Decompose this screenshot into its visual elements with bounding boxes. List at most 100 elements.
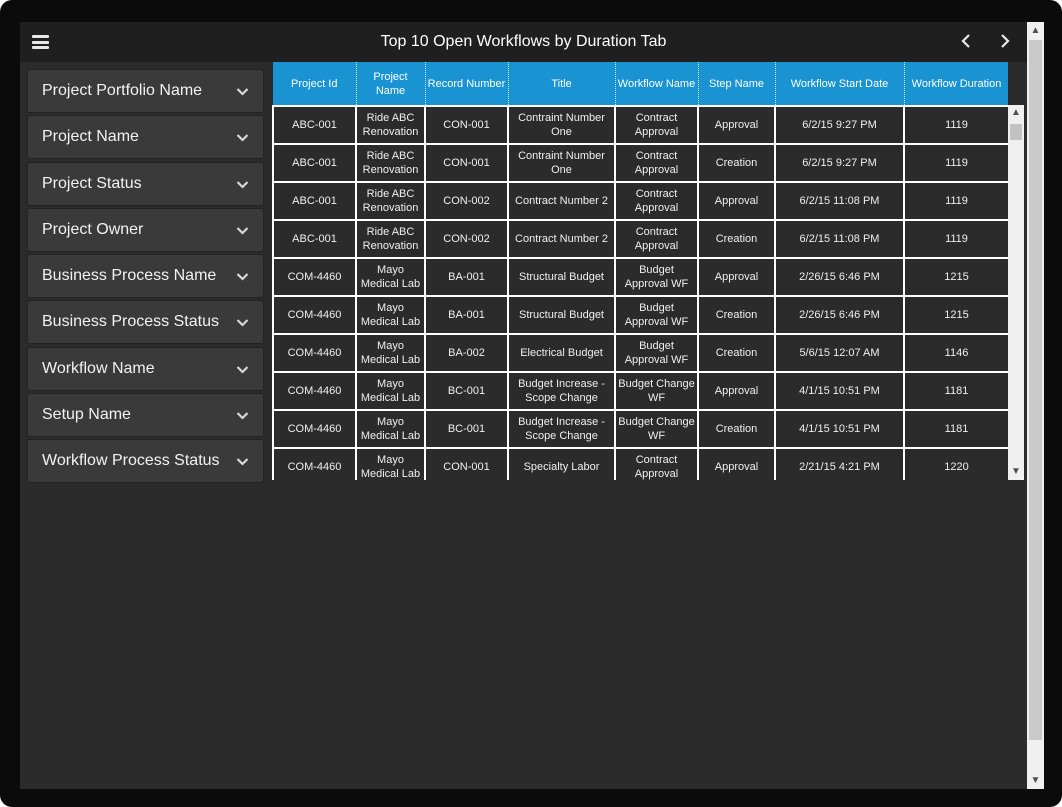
table-scroll-thumb[interactable]: [1010, 124, 1022, 140]
cell-record-number: CON-001: [424, 447, 509, 480]
column-header-record-number[interactable]: Record Number: [425, 62, 509, 106]
cell-workflow-duration: 1215: [903, 295, 1008, 335]
filter-project-status[interactable]: Project Status: [27, 161, 264, 206]
chevron-down-icon: [236, 273, 249, 281]
filter-business-process-status[interactable]: Business Process Status: [27, 300, 264, 345]
filter-label: Project Name: [42, 128, 139, 146]
cell-project-name: Ride ABC Renovation: [355, 143, 426, 183]
filter-label: Workflow Process Status: [42, 452, 220, 470]
chevron-down-icon: [236, 134, 249, 142]
column-header-project-name[interactable]: Project Name: [356, 62, 426, 106]
cell-record-number: BA-001: [424, 257, 509, 297]
cell-workflow-start-date: 6/2/15 9:27 PM: [774, 105, 905, 145]
chevron-down-icon: [236, 319, 249, 328]
cell-title: Budget Increase - Scope Change: [507, 371, 616, 411]
cell-title: Contract Number 2: [507, 181, 616, 221]
filter-sidebar: Project Portfolio Name Project Name Proj…: [27, 69, 264, 484]
cell-project-id: COM-4460: [272, 409, 357, 449]
cell-step-name: Approval: [697, 371, 776, 411]
filter-setup-name[interactable]: Setup Name: [27, 393, 264, 438]
filter-project-owner[interactable]: Project Owner: [27, 207, 264, 252]
cell-project-name: Mayo Medical Lab: [355, 295, 426, 335]
scroll-down-icon[interactable]: ▼: [1008, 464, 1024, 480]
column-header-workflow-duration[interactable]: Workflow Duration: [904, 62, 1008, 106]
dashboard-window: Top 10 Open Workflows by Duration Tab Pr…: [20, 22, 1027, 789]
cell-step-name: Creation: [697, 143, 776, 183]
scroll-up-icon[interactable]: ▲: [1008, 105, 1024, 121]
cell-project-name: Mayo Medical Lab: [355, 371, 426, 411]
filter-label: Business Process Name: [42, 267, 217, 285]
scroll-down-icon[interactable]: ▼: [1027, 772, 1044, 789]
cell-project-name: Mayo Medical Lab: [355, 447, 426, 480]
cell-workflow-name: Contract Approval: [614, 447, 699, 480]
column-header-step-name[interactable]: Step Name: [698, 62, 776, 106]
cell-step-name: Creation: [697, 333, 776, 373]
filter-project-name[interactable]: Project Name: [27, 115, 264, 160]
cell-workflow-start-date: 6/2/15 11:08 PM: [774, 219, 905, 259]
chevron-left-icon[interactable]: [956, 30, 978, 52]
cell-project-name: Mayo Medical Lab: [355, 257, 426, 297]
cell-title: Specialty Labor: [507, 447, 616, 480]
table-row[interactable]: ABC-001 Ride ABC Renovation CON-002 Contrac…: [272, 181, 1008, 221]
column-header-project-id[interactable]: Project Id: [273, 62, 357, 106]
cell-workflow-duration: 1119: [903, 143, 1008, 183]
page-scrollbar[interactable]: ▲ ▼: [1027, 22, 1044, 789]
title-bar: Top 10 Open Workflows by Duration Tab: [20, 22, 1027, 62]
cell-step-name: Approval: [697, 447, 776, 480]
table-row[interactable]: COM-4460 Mayo Medical Lab BA-001 Structural…: [272, 295, 1008, 335]
cell-workflow-duration: 1220: [903, 447, 1008, 480]
column-header-title[interactable]: Title: [508, 62, 616, 106]
filter-workflow-process-status[interactable]: Workflow Process Status: [27, 439, 264, 484]
cell-workflow-start-date: 5/6/15 12:07 AM: [774, 333, 905, 373]
table-row[interactable]: COM-4460 Mayo Medical Lab BA-001 Structural…: [272, 257, 1008, 297]
cell-step-name: Approval: [697, 105, 776, 145]
cell-workflow-name: Contract Approval: [614, 105, 699, 145]
table-row[interactable]: COM-4460 Mayo Medical Lab BA-002 Electrical…: [272, 333, 1008, 373]
cell-workflow-name: Budget Approval WF: [614, 257, 699, 297]
filter-project-portfolio-name[interactable]: Project Portfolio Name: [27, 69, 264, 113]
cell-workflow-name: Budget Change WF: [614, 409, 699, 449]
cell-title: Electrical Budget: [507, 333, 616, 373]
cell-project-name: Ride ABC Renovation: [355, 105, 426, 145]
column-header-workflow-name[interactable]: Workflow Name: [615, 62, 699, 106]
cell-title: Contraint Number One: [507, 105, 616, 145]
cell-project-name: Ride ABC Renovation: [355, 219, 426, 259]
cell-title: Contraint Number One: [507, 143, 616, 183]
filter-business-process-name[interactable]: Business Process Name: [27, 254, 264, 299]
table-row[interactable]: ABC-001 Ride ABC Renovation CON-001 Contrai…: [272, 143, 1008, 183]
chevron-down-icon: [236, 458, 249, 466]
cell-record-number: CON-002: [424, 219, 509, 259]
cell-project-id: ABC-001: [272, 219, 357, 259]
chevron-right-icon[interactable]: [994, 30, 1016, 52]
cell-step-name: Creation: [697, 295, 776, 335]
cell-project-id: COM-4460: [272, 333, 357, 373]
table-row[interactable]: ABC-001 Ride ABC Renovation CON-001 Contrai…: [272, 105, 1008, 145]
cell-record-number: CON-002: [424, 181, 509, 221]
filter-workflow-name[interactable]: Workflow Name: [27, 346, 264, 391]
table-row[interactable]: COM-4460 Mayo Medical Lab BC-001 Budget Inc…: [272, 371, 1008, 411]
app-frame: Top 10 Open Workflows by Duration Tab Pr…: [0, 0, 1062, 807]
column-header-workflow-start-date[interactable]: Workflow Start Date: [775, 62, 905, 106]
cell-workflow-name: Contract Approval: [614, 143, 699, 183]
table-row[interactable]: ABC-001 Ride ABC Renovation CON-002 Contrac…: [272, 219, 1008, 259]
cell-workflow-start-date: 4/1/15 10:51 PM: [774, 409, 905, 449]
table-row[interactable]: COM-4460 Mayo Medical Lab CON-001 Specialty…: [272, 447, 1008, 480]
page-title: Top 10 Open Workflows by Duration Tab: [380, 33, 667, 50]
cell-project-id: COM-4460: [272, 371, 357, 411]
page-scroll-thumb[interactable]: [1029, 40, 1042, 740]
filter-label: Workflow Name: [42, 359, 155, 377]
cell-workflow-duration: 1181: [903, 409, 1008, 449]
chevron-down-icon: [236, 227, 249, 235]
cell-workflow-start-date: 4/1/15 10:51 PM: [774, 371, 905, 411]
table-row[interactable]: COM-4460 Mayo Medical Lab BC-001 Budget Inc…: [272, 409, 1008, 449]
cell-record-number: BA-002: [424, 333, 509, 373]
cell-step-name: Creation: [697, 409, 776, 449]
cell-workflow-start-date: 6/2/15 11:08 PM: [774, 181, 905, 221]
scroll-up-icon[interactable]: ▲: [1027, 22, 1044, 39]
cell-workflow-duration: 1215: [903, 257, 1008, 297]
table-header-row: Project Id Project Name Record Number Ti…: [273, 62, 1008, 106]
cell-project-id: ABC-001: [272, 105, 357, 145]
cell-workflow-name: Budget Approval WF: [614, 295, 699, 335]
table-scrollbar[interactable]: ▲ ▼: [1008, 105, 1024, 480]
cell-project-id: ABC-001: [272, 143, 357, 183]
